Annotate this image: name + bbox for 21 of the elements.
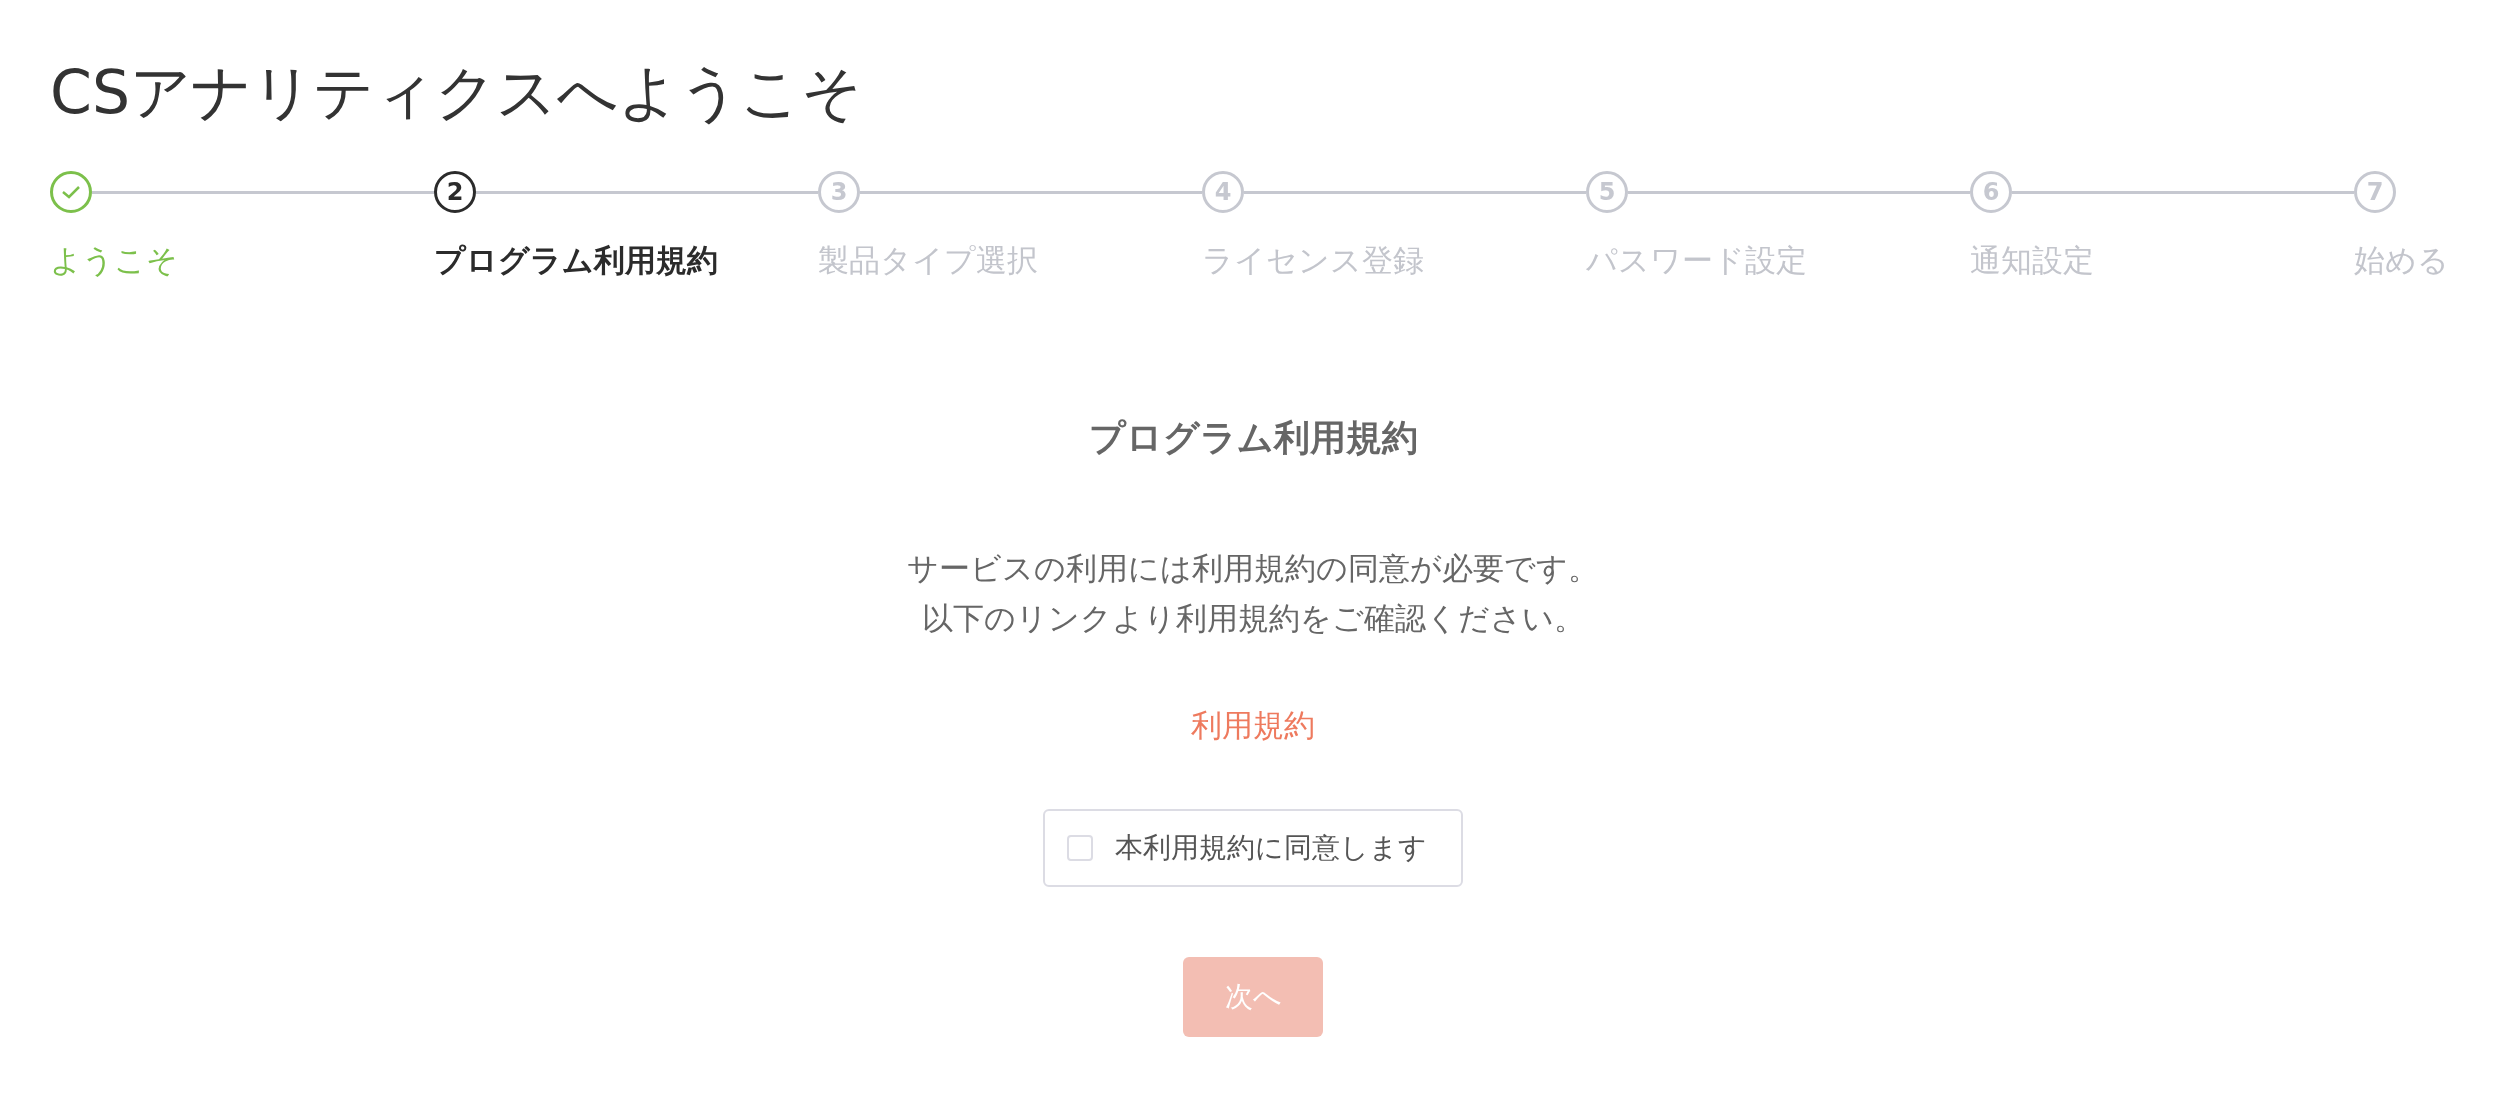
description-text: サービスの利用には利用規約の同意が必要です。 以下のリンクより利用規約をご確認ください。 (907, 549, 1599, 638)
step-label: ライセンス登録 (1202, 241, 1424, 280)
agreement-label: 本利用規約に同意します (1115, 830, 1427, 866)
step-indicator: 7 (2354, 171, 2396, 213)
step-label: 製品タイプ選択 (818, 241, 1038, 280)
step-indicator: 3 (818, 171, 860, 213)
section-heading: プログラム利用規約 (1088, 416, 1418, 460)
step-label: 通知設定 (1970, 241, 2094, 280)
step-label: 始める (2354, 241, 2449, 280)
step-indicator: 6 (1970, 171, 2012, 213)
step-label: ようこそ (50, 241, 178, 280)
step-label: パスワード設定 (1586, 241, 1807, 280)
agreement-checkbox[interactable]: 本利用規約に同意します (1043, 809, 1463, 887)
step-indicator: 5 (1586, 171, 1628, 213)
checkbox-square-icon[interactable] (1067, 835, 1093, 861)
terms-link[interactable]: 利用規約 (1191, 705, 1315, 747)
step-indicator: 4 (1202, 171, 1244, 213)
check-icon (60, 184, 82, 200)
page-title: CSアナリティクスへようこそ (50, 56, 863, 128)
step-indicator: 2 (434, 171, 476, 213)
step-label: プログラム利用規約 (434, 241, 718, 280)
